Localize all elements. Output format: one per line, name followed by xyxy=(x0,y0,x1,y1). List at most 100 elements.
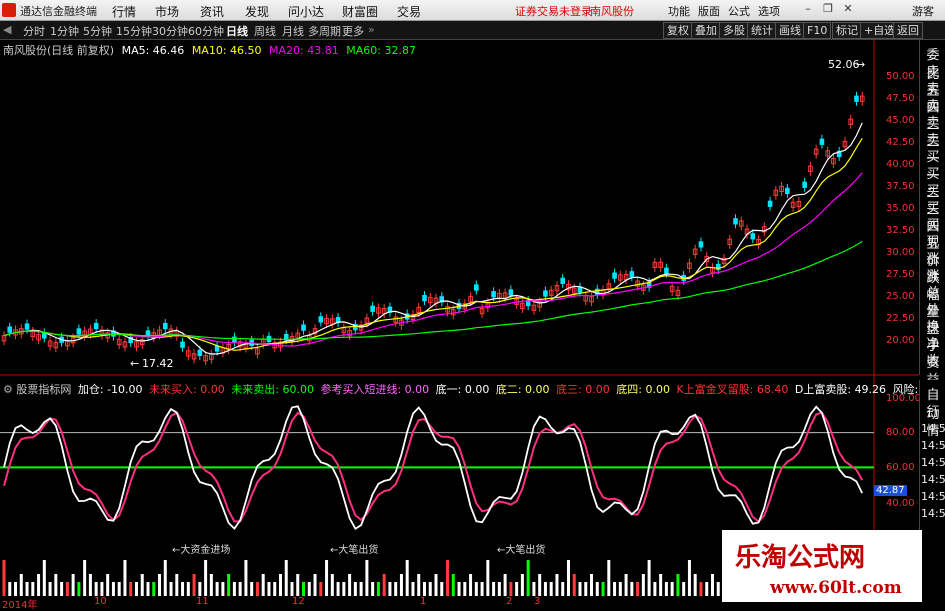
signal-bar xyxy=(302,582,306,596)
user-label[interactable]: 游客 xyxy=(912,3,934,19)
f10-button[interactable]: F10 xyxy=(803,22,832,39)
restore-icon[interactable]: ❐ xyxy=(820,2,836,16)
adjust-button[interactable]: 复权 xyxy=(663,22,693,39)
candle-body xyxy=(543,290,548,297)
signal-bar xyxy=(710,574,714,596)
tab-5min[interactable]: 5分钟 xyxy=(83,23,112,39)
y-tick: 32.50 xyxy=(886,225,915,236)
signal-bar xyxy=(613,582,617,596)
y-tick: 22.50 xyxy=(886,313,915,324)
current-stock: 南风股份 xyxy=(590,5,634,18)
signal-bar xyxy=(463,582,467,596)
tab-weekly[interactable]: 周线 xyxy=(254,23,276,39)
candle-body xyxy=(180,341,185,348)
signal-bar xyxy=(376,582,380,596)
signal-bar xyxy=(250,582,254,596)
return-button[interactable]: 返回 xyxy=(893,22,923,39)
menu-function[interactable]: 功能 xyxy=(668,3,690,19)
signal-bar xyxy=(624,574,628,596)
signal-bar xyxy=(428,582,432,596)
tab-60min[interactable]: 60分钟 xyxy=(188,23,224,39)
menu-ask[interactable]: 问小达 xyxy=(288,3,324,20)
multi-stock-button[interactable]: 多股 xyxy=(719,22,749,39)
signal-bar xyxy=(319,582,323,596)
indicator-name[interactable]: 股票指标网 xyxy=(16,383,71,396)
signal-bar xyxy=(434,574,438,596)
signal-bar xyxy=(532,582,536,596)
app-logo-icon xyxy=(2,3,16,17)
chevron-right-icon[interactable]: » xyxy=(368,23,375,36)
chart-canvas[interactable] xyxy=(0,40,919,596)
signal-bar xyxy=(296,574,300,596)
signal-bar xyxy=(359,582,363,596)
menu-quotes[interactable]: 行情 xyxy=(112,3,136,20)
login-warning[interactable]: 证券交易未登录 xyxy=(515,3,592,19)
signal-bar xyxy=(371,582,375,596)
menu-wealth[interactable]: 财富圈 xyxy=(342,3,378,20)
menu-layout[interactable]: 版面 xyxy=(698,3,720,19)
signal-bar xyxy=(186,582,190,596)
tab-multi-period[interactable]: 多周期 xyxy=(308,23,341,39)
menu-options[interactable]: 选项 xyxy=(758,3,780,19)
signal-bar xyxy=(687,560,691,596)
tab-more[interactable]: 更多 xyxy=(342,23,364,39)
draw-line-button[interactable]: 画线 xyxy=(775,22,805,39)
candle-body xyxy=(7,326,13,333)
ma-line xyxy=(3,172,863,347)
close-icon[interactable]: ✕ xyxy=(840,2,856,16)
signal-bar xyxy=(181,582,185,596)
minimize-icon[interactable]: – xyxy=(800,2,816,16)
app-title: 通达信金融终端 xyxy=(20,5,97,18)
back-icon[interactable]: ◀ xyxy=(3,23,11,36)
period-toolbar: ◀ 分时 1分钟 5分钟 15分钟 30分钟 60分钟 日线 周线 月线 多周期… xyxy=(0,21,945,40)
y-tick: 50.00 xyxy=(886,71,915,82)
signal-bar xyxy=(204,560,208,596)
tab-daily[interactable]: 日线 xyxy=(226,23,248,39)
candle-body xyxy=(802,181,807,188)
signal-bar xyxy=(572,574,576,596)
signal-bar xyxy=(469,574,473,596)
menu-news[interactable]: 资讯 xyxy=(200,3,224,20)
signal-bar xyxy=(590,574,594,596)
statistics-button[interactable]: 统计 xyxy=(747,22,777,39)
signal-bar xyxy=(106,574,110,596)
signal-bar xyxy=(647,560,651,596)
date-label: 3 xyxy=(534,596,541,607)
candle-body xyxy=(197,349,203,357)
candle-body xyxy=(664,267,669,274)
signal-bar xyxy=(232,582,236,596)
ind-item: 底三: 0.00 xyxy=(556,383,610,396)
menu-market[interactable]: 市场 xyxy=(155,3,179,20)
gear-icon[interactable]: ⚙ xyxy=(3,383,13,396)
signal-bar xyxy=(215,582,219,596)
ma-line xyxy=(3,137,863,351)
menu-formula[interactable]: 公式 xyxy=(728,3,750,19)
signal-bar xyxy=(451,574,455,596)
candle-body xyxy=(232,336,237,343)
signal-bar xyxy=(630,582,634,596)
signal-bar xyxy=(2,560,6,596)
tab-15min[interactable]: 15分钟 xyxy=(116,23,152,39)
signal-bar xyxy=(100,582,104,596)
signal-bar xyxy=(330,574,334,596)
title-bar: 通达信金融终端 行情 市场 资讯 发现 问小达 财富圈 交易 证券交易未登录 南… xyxy=(0,0,945,21)
date-label: 12 xyxy=(292,596,305,607)
tick-time: 14:50 xyxy=(921,490,945,503)
tab-monthly[interactable]: 月线 xyxy=(282,23,304,39)
signal-bar xyxy=(278,574,282,596)
y-tick: 47.50 xyxy=(886,93,915,104)
menu-trade[interactable]: 交易 xyxy=(397,3,421,20)
signal-bar xyxy=(411,582,415,596)
signal-bar xyxy=(261,574,265,596)
menu-discover[interactable]: 发现 xyxy=(245,3,269,20)
tick-time: 14:50 xyxy=(921,439,945,452)
ma-line xyxy=(3,122,863,355)
overlay-button[interactable]: 叠加 xyxy=(691,22,721,39)
ma-line xyxy=(3,240,863,340)
signal-bar xyxy=(497,582,501,596)
tab-intraday[interactable]: 分时 xyxy=(23,23,45,39)
mark-button[interactable]: 标记 xyxy=(832,22,862,39)
tab-1min[interactable]: 1分钟 xyxy=(50,23,79,39)
signal-bar xyxy=(169,582,173,596)
tab-30min[interactable]: 30分钟 xyxy=(152,23,188,39)
